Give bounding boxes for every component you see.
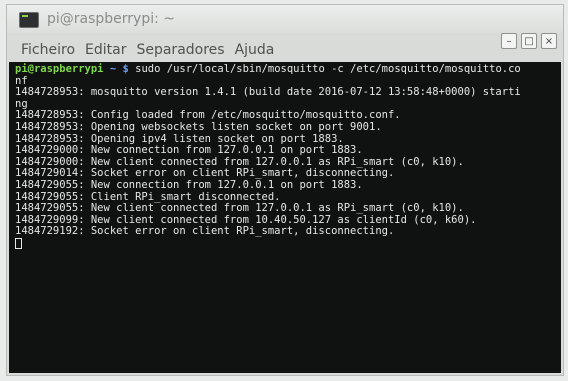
maximize-button[interactable]: □	[521, 33, 537, 49]
close-button[interactable]: ×	[541, 33, 557, 49]
title-bar[interactable]: pi@raspberrypi: ~	[7, 5, 563, 33]
terminal-window: pi@raspberrypi: ~ – □ × Ficheiro Editar …	[6, 4, 564, 376]
prompt-user-host: pi@raspberrypi	[15, 63, 104, 75]
menu-bar: Ficheiro Editar Separadores Ajuda	[7, 39, 503, 61]
log-line: 1484729000: New connection from 127.0.0.…	[15, 144, 363, 157]
window-controls: – □ ×	[501, 33, 557, 49]
log-line: 1484728953: mosquitto version 1.4.1 (bui…	[15, 86, 521, 99]
text-cursor	[15, 237, 22, 249]
log-line: 1484729192: Socket error on client RPi_s…	[15, 225, 395, 238]
menu-ficheiro[interactable]: Ficheiro	[21, 39, 75, 61]
log-line: 1484729055: New client connected from 12…	[15, 202, 464, 215]
cursor-line	[15, 237, 561, 251]
menu-separadores[interactable]: Separadores	[136, 39, 224, 61]
command-text: sudo /usr/local/sbin/mosquitto -c /etc/m…	[128, 63, 521, 75]
minimize-button[interactable]: –	[501, 33, 517, 49]
menu-editar[interactable]: Editar	[85, 39, 126, 61]
terminal-icon	[19, 12, 39, 28]
log-line: 1484728953: Opening websockets listen so…	[15, 120, 382, 133]
command-line: pi@raspberrypi ~ $ sudo /usr/local/sbin/…	[15, 63, 561, 76]
menu-ajuda[interactable]: Ajuda	[235, 39, 275, 61]
window-title: pi@raspberrypi: ~	[47, 11, 176, 27]
prompt-path: ~ $	[103, 63, 129, 75]
log-line: 1484729055: New connection from 127.0.0.…	[15, 178, 363, 191]
terminal-output[interactable]: pi@raspberrypi ~ $ sudo /usr/local/sbin/…	[9, 62, 561, 373]
